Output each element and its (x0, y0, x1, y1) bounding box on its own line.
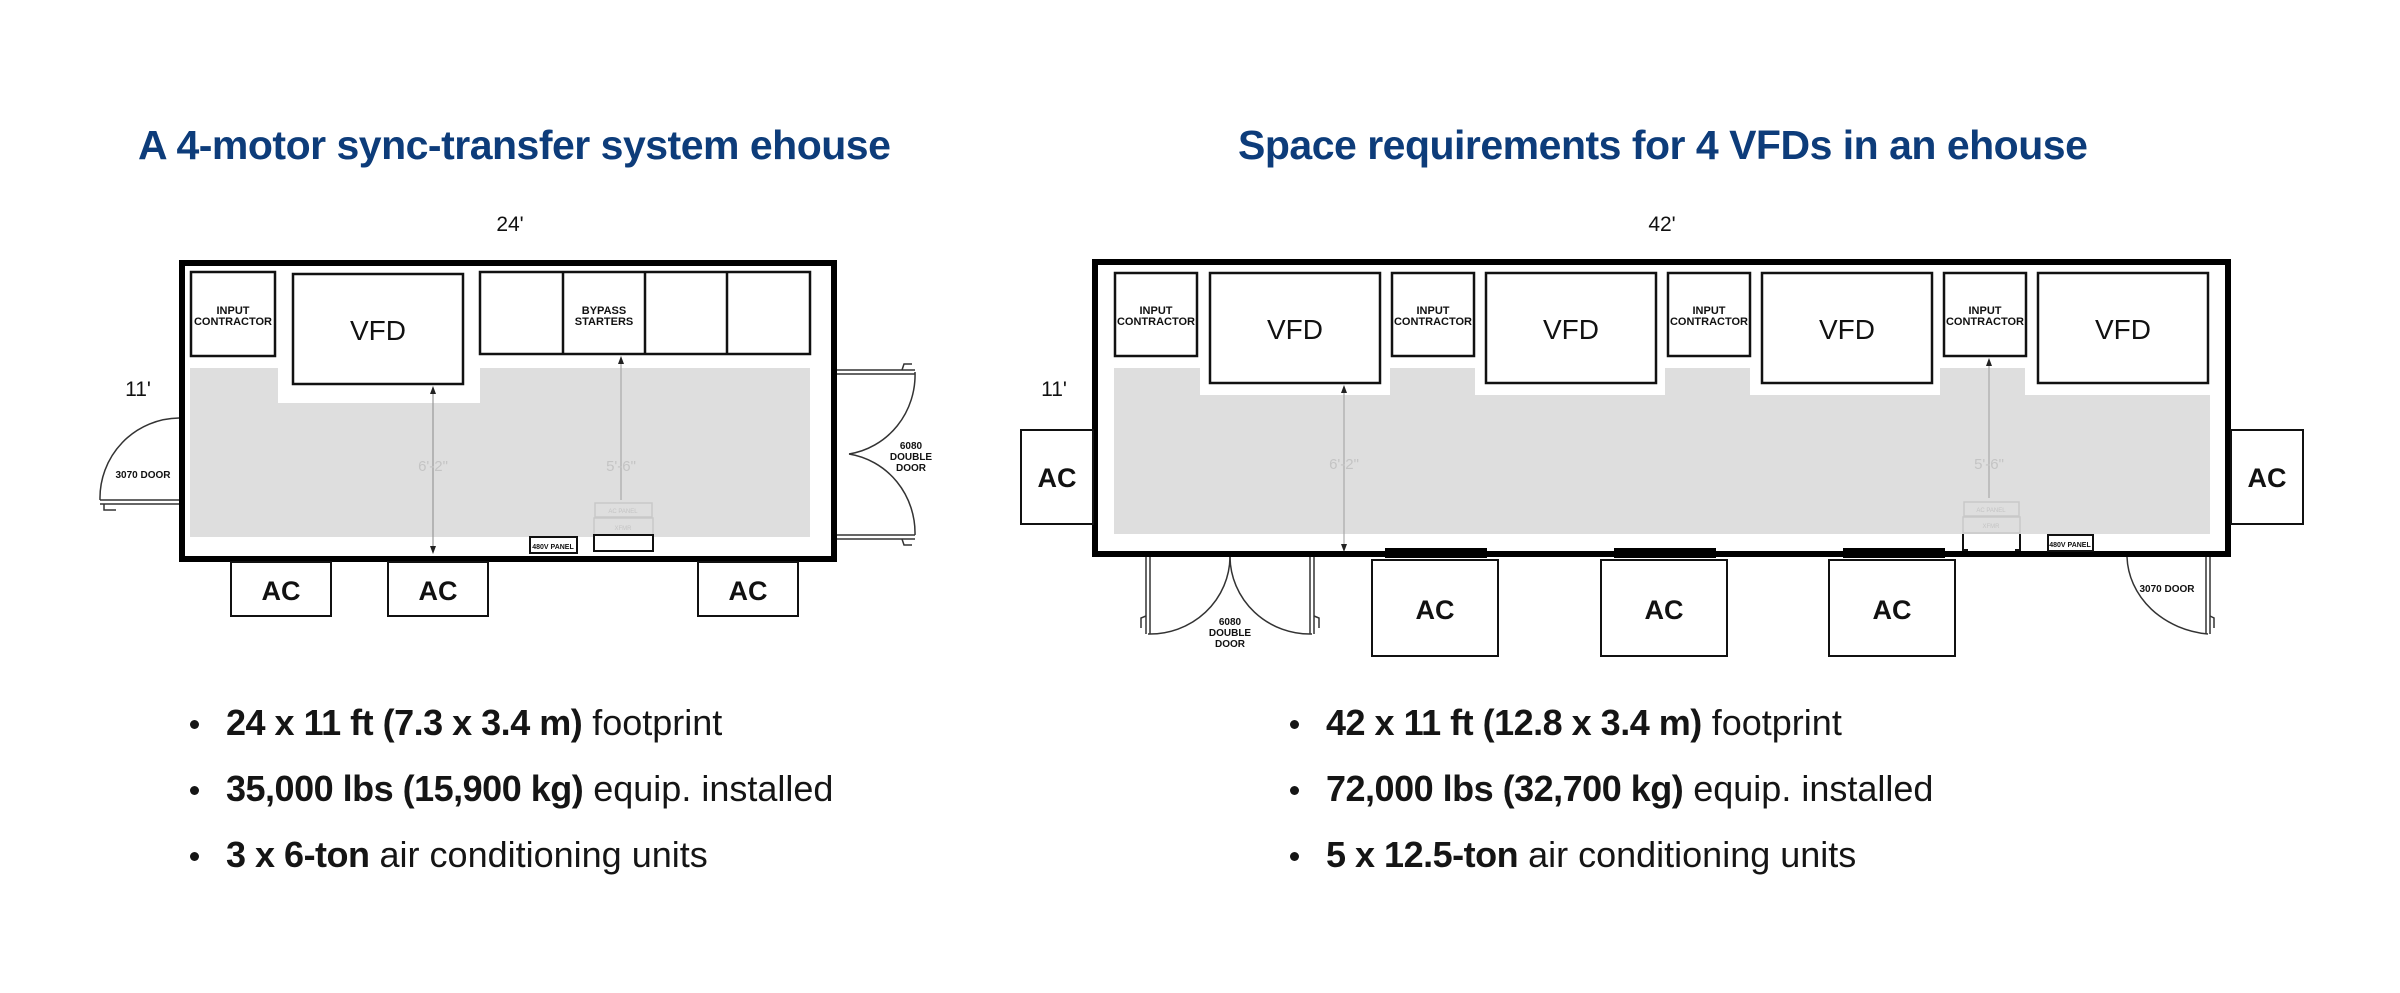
left-spec-weight: 35,000 lbs (15,900 kg) equip. installed (190, 762, 833, 828)
right-spec-list: 42 x 11 ft (12.8 x 3.4 m) footprint 72,0… (1290, 696, 1933, 894)
left-spec-ac: 3 x 6-ton air conditioning units (190, 828, 833, 894)
svg-text:CONTRACTOR: CONTRACTOR (1946, 316, 2024, 328)
left-input-contractor-label-2: CONTRACTOR (194, 316, 272, 328)
svg-text:VFD: VFD (2095, 314, 2151, 345)
svg-text:XFMR: XFMR (1983, 524, 2001, 530)
right-spec-weight: 72,000 lbs (32,700 kg) equip. installed (1290, 762, 1933, 828)
svg-text:AC: AC (729, 576, 768, 606)
right-clearance-zone (1114, 368, 2210, 534)
left-spec-list: 24 x 11 ft (7.3 x 3.4 m) footprint 35,00… (190, 696, 833, 894)
left-clearance-1: 6'-2" (418, 458, 448, 475)
right-3070-door: 3070 DOOR (2126, 556, 2215, 635)
left-xfmr-base (593, 534, 654, 552)
svg-text:XFMR: XFMR (615, 526, 633, 532)
left-clearance-zone (190, 368, 810, 537)
right-spec-footprint: 42 x 11 ft (12.8 x 3.4 m) footprint (1290, 696, 1933, 762)
svg-text:VFD: VFD (1267, 314, 1323, 345)
left-width-dimension: 24' (496, 213, 523, 236)
svg-text:AC: AC (1038, 463, 1077, 493)
right-floor-plan: 42' 11' INPUT CONTRACTOR VFD INPUT CONTR… (1020, 213, 2304, 657)
left-6080-double-door: 6080 DOUBLE DOOR (837, 363, 933, 546)
svg-text:AC: AC (1416, 595, 1455, 625)
right-6080-double-door: 6080 DOUBLE DOOR (1140, 556, 1320, 650)
svg-text:CONTRACTOR: CONTRACTOR (1394, 316, 1472, 328)
svg-text:6080: 6080 (900, 441, 923, 452)
left-floor-plan: 24' 11' INPUT CONTRACTOR VFD BYPASS STAR… (99, 213, 933, 617)
svg-text:DOOR: DOOR (896, 463, 927, 474)
svg-text:6080: 6080 (1219, 617, 1242, 628)
right-spec-ac: 5 x 12.5-ton air conditioning units (1290, 828, 1933, 894)
svg-text:3070 DOOR: 3070 DOOR (115, 470, 171, 481)
left-spec-footprint: 24 x 11 ft (7.3 x 3.4 m) footprint (190, 696, 833, 762)
svg-text:AC PANEL: AC PANEL (1976, 508, 2006, 514)
svg-text:CONTRACTOR: CONTRACTOR (1117, 316, 1195, 328)
left-height-dimension: 11' (125, 378, 151, 401)
svg-text:VFD: VFD (1543, 314, 1599, 345)
left-bypass-label-2: STARTERS (575, 316, 633, 328)
svg-text:AC: AC (262, 576, 301, 606)
svg-text:3070 DOOR: 3070 DOOR (2139, 584, 2195, 595)
svg-text:VFD: VFD (1819, 314, 1875, 345)
right-width-dimension: 42' (1648, 213, 1675, 236)
svg-text:DOOR: DOOR (1215, 639, 1246, 650)
left-480v-panel-label: 480V PANEL (532, 544, 574, 551)
right-clearance-2: 5'-6" (1974, 456, 2004, 473)
svg-text:CONTRACTOR: CONTRACTOR (1670, 316, 1748, 328)
svg-text:AC: AC (1873, 595, 1912, 625)
svg-text:DOUBLE: DOUBLE (1209, 628, 1252, 639)
left-3070-door: 3070 DOOR (99, 417, 180, 511)
svg-text:AC: AC (1645, 595, 1684, 625)
left-clearance-2: 5'-6" (606, 458, 636, 475)
svg-text:AC PANEL: AC PANEL (608, 509, 638, 515)
svg-text:AC: AC (419, 576, 458, 606)
right-480v-panel-label: 480V PANEL (2049, 542, 2091, 549)
svg-text:AC: AC (2248, 463, 2287, 493)
left-vfd-label: VFD (350, 315, 406, 346)
right-clearance-1: 6'-2" (1329, 456, 1359, 473)
svg-text:DOUBLE: DOUBLE (890, 452, 933, 463)
right-height-dimension: 11' (1041, 378, 1067, 401)
